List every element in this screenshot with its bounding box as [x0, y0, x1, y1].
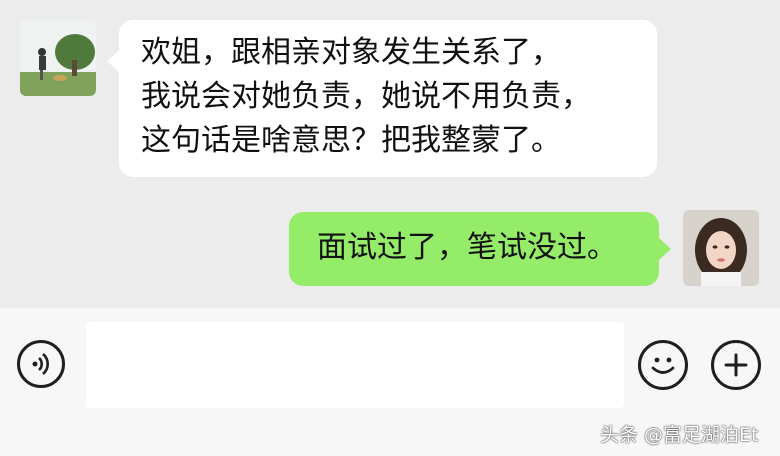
message-line: 我说会对她负责，她说不用负责， — [141, 79, 591, 114]
voice-icon — [32, 353, 49, 375]
sent-message-bubble[interactable]: 面试过了，笔试没过。 — [289, 212, 671, 286]
message-line: 这句话是啥意思？把我整蒙了。 — [141, 123, 561, 158]
emoji-button[interactable] — [638, 340, 688, 390]
message-input[interactable] — [86, 322, 624, 408]
received-message-bubble[interactable]: 欢姐，跟相亲对象发生关系了， 我说会对她负责，她说不用负责， 这句话是啥意思？把… — [107, 20, 657, 177]
voice-button[interactable] — [17, 340, 65, 388]
plus-icon — [724, 353, 748, 377]
watermark: 头条 @富足湖泊Et — [600, 424, 759, 446]
message-line: 欢姐，跟相亲对象发生关系了， — [141, 35, 561, 70]
user-avatar[interactable] — [683, 210, 759, 286]
contact-avatar[interactable] — [20, 20, 96, 96]
chat-area: 欢姐，跟相亲对象发生关系了， 我说会对她负责，她说不用负责， 这句话是啥意思？把… — [0, 0, 780, 308]
emoji-icon — [651, 357, 675, 374]
message-line: 面试过了，笔试没过。 — [317, 230, 617, 265]
more-button[interactable] — [711, 340, 761, 390]
